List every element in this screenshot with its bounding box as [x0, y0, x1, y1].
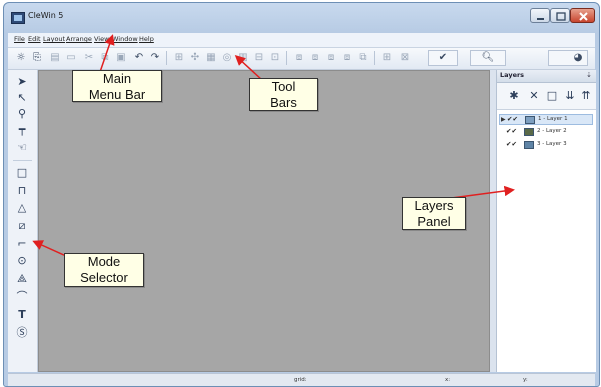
- callout-tool-bars-text: Tool Bars: [270, 79, 297, 110]
- callout-main-menu-bar: Main Menu Bar: [72, 70, 162, 102]
- callout-tool-bars: Tool Bars: [249, 78, 318, 111]
- callout-layers-panel: Layers Panel: [402, 197, 466, 230]
- annotation-arrows: [32, 34, 515, 257]
- arrow-tool-bars: [234, 54, 263, 81]
- arrow-main-menu: [99, 34, 115, 73]
- callout-layers-panel-text: Layers Panel: [414, 198, 454, 229]
- arrow-mode-selector: [32, 240, 67, 257]
- callout-mode-selector-text: Mode Selector: [80, 254, 128, 285]
- callout-main-menu-bar-text: Main Menu Bar: [88, 71, 146, 102]
- callout-mode-selector: Mode Selector: [64, 253, 144, 287]
